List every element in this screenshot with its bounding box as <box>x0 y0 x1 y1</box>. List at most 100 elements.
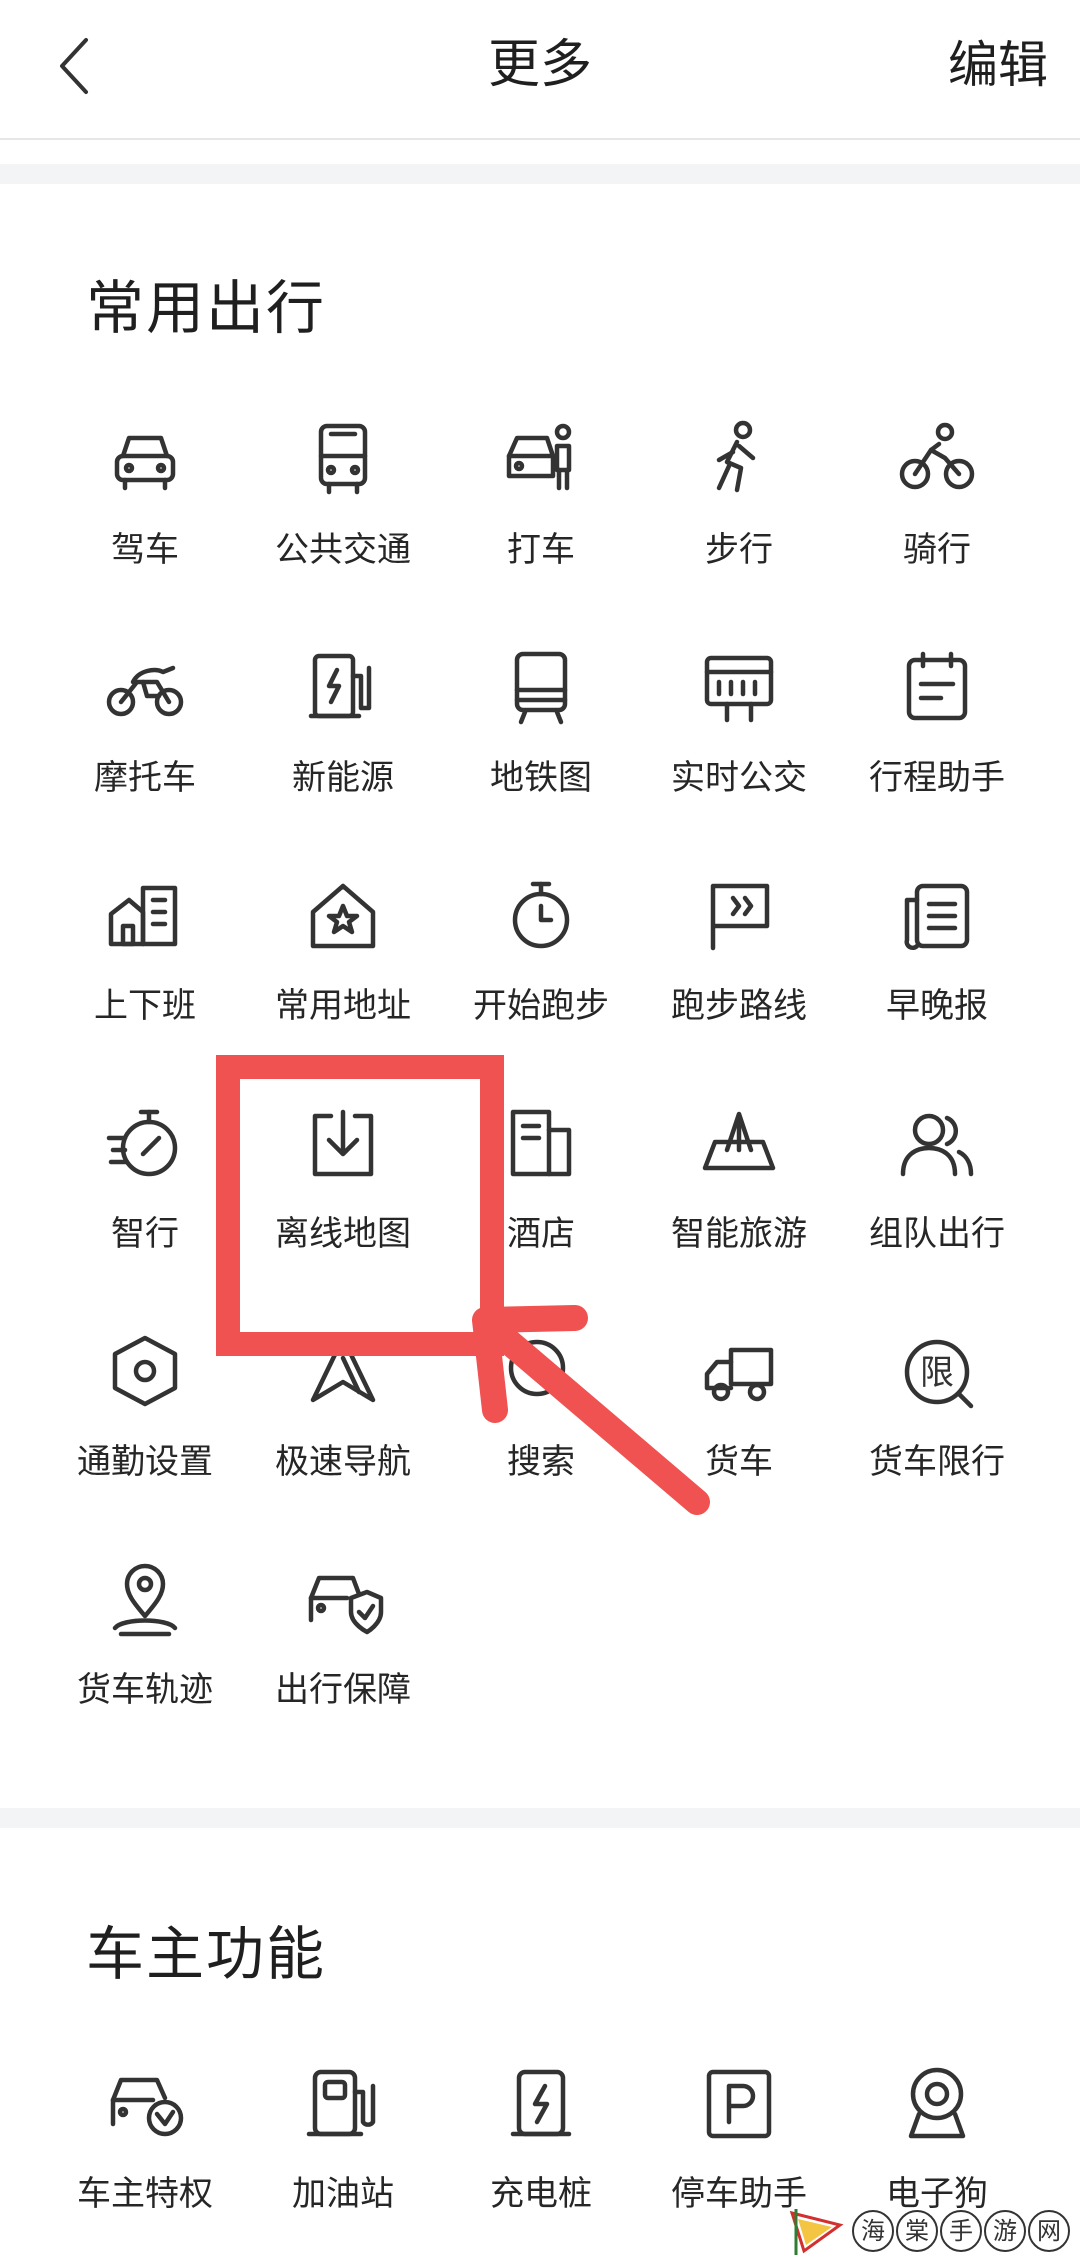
feature-item-home-star[interactable]: 常用地址 <box>244 854 442 1054</box>
watermark-char: 网 <box>1028 2210 1070 2252</box>
feature-label: 货车限行 <box>869 1442 1005 1482</box>
watermark: 海棠手游网 <box>788 2201 1070 2261</box>
feature-icon-wrap <box>691 868 787 964</box>
feature-label: 加油站 <box>292 2174 394 2214</box>
parking-icon <box>706 2069 772 2139</box>
feature-label: 实时公交 <box>671 758 807 798</box>
section-divider <box>0 164 1080 184</box>
commute-icon <box>108 885 178 947</box>
feature-item-travel[interactable]: 智能旅游 <box>640 1082 838 1282</box>
feature-icon-wrap <box>295 868 391 964</box>
section-title-owner: 车主功能 <box>86 1920 327 1988</box>
feature-label: 骑行 <box>903 530 971 570</box>
feature-icon-wrap <box>691 2056 787 2152</box>
truck-limit-icon: 限 <box>904 1339 974 1409</box>
watermark-char: 棠 <box>896 2210 938 2252</box>
travel-icon <box>702 1111 776 1171</box>
feature-item-realtime-bus[interactable]: 实时公交 <box>640 626 838 826</box>
feature-label: 智能旅游 <box>671 1214 807 1254</box>
feature-item-walk[interactable]: 步行 <box>640 398 838 598</box>
feature-icon-wrap <box>889 412 985 508</box>
feature-label: 通勤设置 <box>77 1442 213 1482</box>
feature-label: 充电桩 <box>490 2174 592 2214</box>
feature-item-bus[interactable]: 公共交通 <box>244 398 442 598</box>
feature-icon-wrap <box>97 1096 193 1192</box>
taxi-icon <box>506 423 572 491</box>
truck-track-icon <box>112 1563 178 1637</box>
feature-label: 摩托车 <box>94 758 196 798</box>
feature-item-truck-track[interactable]: 货车轨迹 <box>46 1538 244 1738</box>
watermark-char: 游 <box>984 2210 1026 2252</box>
feature-item-flag-route[interactable]: 跑步路线 <box>640 854 838 1054</box>
calendar-icon <box>906 651 968 721</box>
feature-label: 开始跑步 <box>473 986 609 1026</box>
feature-item-stopwatch[interactable]: 开始跑步 <box>442 854 640 1054</box>
feature-icon-wrap <box>493 868 589 964</box>
realtime-bus-icon <box>704 655 774 723</box>
motorcycle-icon <box>106 665 184 717</box>
ev-charger-icon <box>308 653 372 719</box>
gas-station-icon <box>306 2069 376 2137</box>
feature-item-newspaper[interactable]: 早晚报 <box>838 854 1036 1054</box>
page-title: 更多 <box>487 35 592 95</box>
feature-item-charging-pile[interactable]: 充电桩 <box>442 2042 640 2242</box>
feature-label: 货车轨迹 <box>77 1670 213 1710</box>
feature-item-motorcycle[interactable]: 摩托车 <box>46 626 244 826</box>
feature-item-ev-charger[interactable]: 新能源 <box>244 626 442 826</box>
svg-text:限: 限 <box>920 1353 954 1393</box>
hex-settings-icon <box>112 1335 178 1407</box>
feature-label: 停车助手 <box>671 2174 807 2214</box>
feature-item-car-shield[interactable]: 出行保障 <box>244 1538 442 1738</box>
feature-icon-wrap <box>295 1552 391 1648</box>
feature-icon-wrap <box>889 640 985 736</box>
watermark-char: 手 <box>940 2210 982 2252</box>
feature-label: 早晚报 <box>886 986 988 1026</box>
feature-icon-wrap <box>97 1552 193 1648</box>
camera-icon <box>908 2067 966 2139</box>
feature-item-subway[interactable]: 地铁图 <box>442 626 640 826</box>
feature-icon-wrap <box>493 412 589 508</box>
feature-label: 公共交通 <box>275 530 411 570</box>
feature-icon-wrap <box>889 868 985 964</box>
feature-item-bike[interactable]: 骑行 <box>838 398 1036 598</box>
feature-icon-wrap <box>691 412 787 508</box>
feature-label: 出行保障 <box>275 1670 411 1710</box>
car-icon <box>114 435 176 491</box>
feature-item-truck-limit[interactable]: 限货车限行 <box>838 1310 1036 1510</box>
feature-item-gas-station[interactable]: 加油站 <box>244 2042 442 2242</box>
watermark-text: 海棠手游网 <box>852 2210 1070 2252</box>
feature-label: 步行 <box>705 530 773 570</box>
bike-icon <box>899 422 975 490</box>
feature-icon-wrap <box>295 412 391 508</box>
feature-label: 酒店 <box>507 1214 575 1254</box>
section-divider <box>0 1808 1080 1828</box>
car-privilege-icon <box>110 2077 184 2137</box>
feature-label: 驾车 <box>111 530 179 570</box>
feature-icon-wrap: 限 <box>889 1324 985 1420</box>
feature-item-car[interactable]: 驾车 <box>46 398 244 598</box>
car-shield-icon <box>308 1575 384 1635</box>
feature-item-group[interactable]: 组队出行 <box>838 1082 1036 1282</box>
feature-icon-wrap <box>691 640 787 736</box>
top-bar: 更多 编辑 <box>0 0 1080 140</box>
feature-icon-wrap <box>889 1096 985 1192</box>
edit-button[interactable]: 编辑 <box>948 32 1048 98</box>
group-icon <box>900 1113 974 1177</box>
feature-item-calendar[interactable]: 行程助手 <box>838 626 1036 826</box>
smart-gauge-icon <box>106 1109 178 1177</box>
feature-label: 打车 <box>507 530 575 570</box>
feature-item-smart-gauge[interactable]: 智行 <box>46 1082 244 1282</box>
feature-icon-wrap <box>889 2056 985 2152</box>
feature-item-hex-settings[interactable]: 通勤设置 <box>46 1310 244 1510</box>
feature-icon-wrap <box>493 1096 589 1192</box>
hotel-icon <box>510 1109 572 1177</box>
feature-label: 组队出行 <box>869 1214 1005 1254</box>
feature-icon-wrap <box>97 2056 193 2152</box>
feature-item-commute[interactable]: 上下班 <box>46 854 244 1054</box>
feature-item-taxi[interactable]: 打车 <box>442 398 640 598</box>
feature-label: 上下班 <box>94 986 196 1026</box>
section-title-travel: 常用出行 <box>86 274 327 342</box>
feature-item-car-privilege[interactable]: 车主特权 <box>46 2042 244 2242</box>
feature-icon-wrap <box>97 412 193 508</box>
feature-icon-wrap <box>295 640 391 736</box>
